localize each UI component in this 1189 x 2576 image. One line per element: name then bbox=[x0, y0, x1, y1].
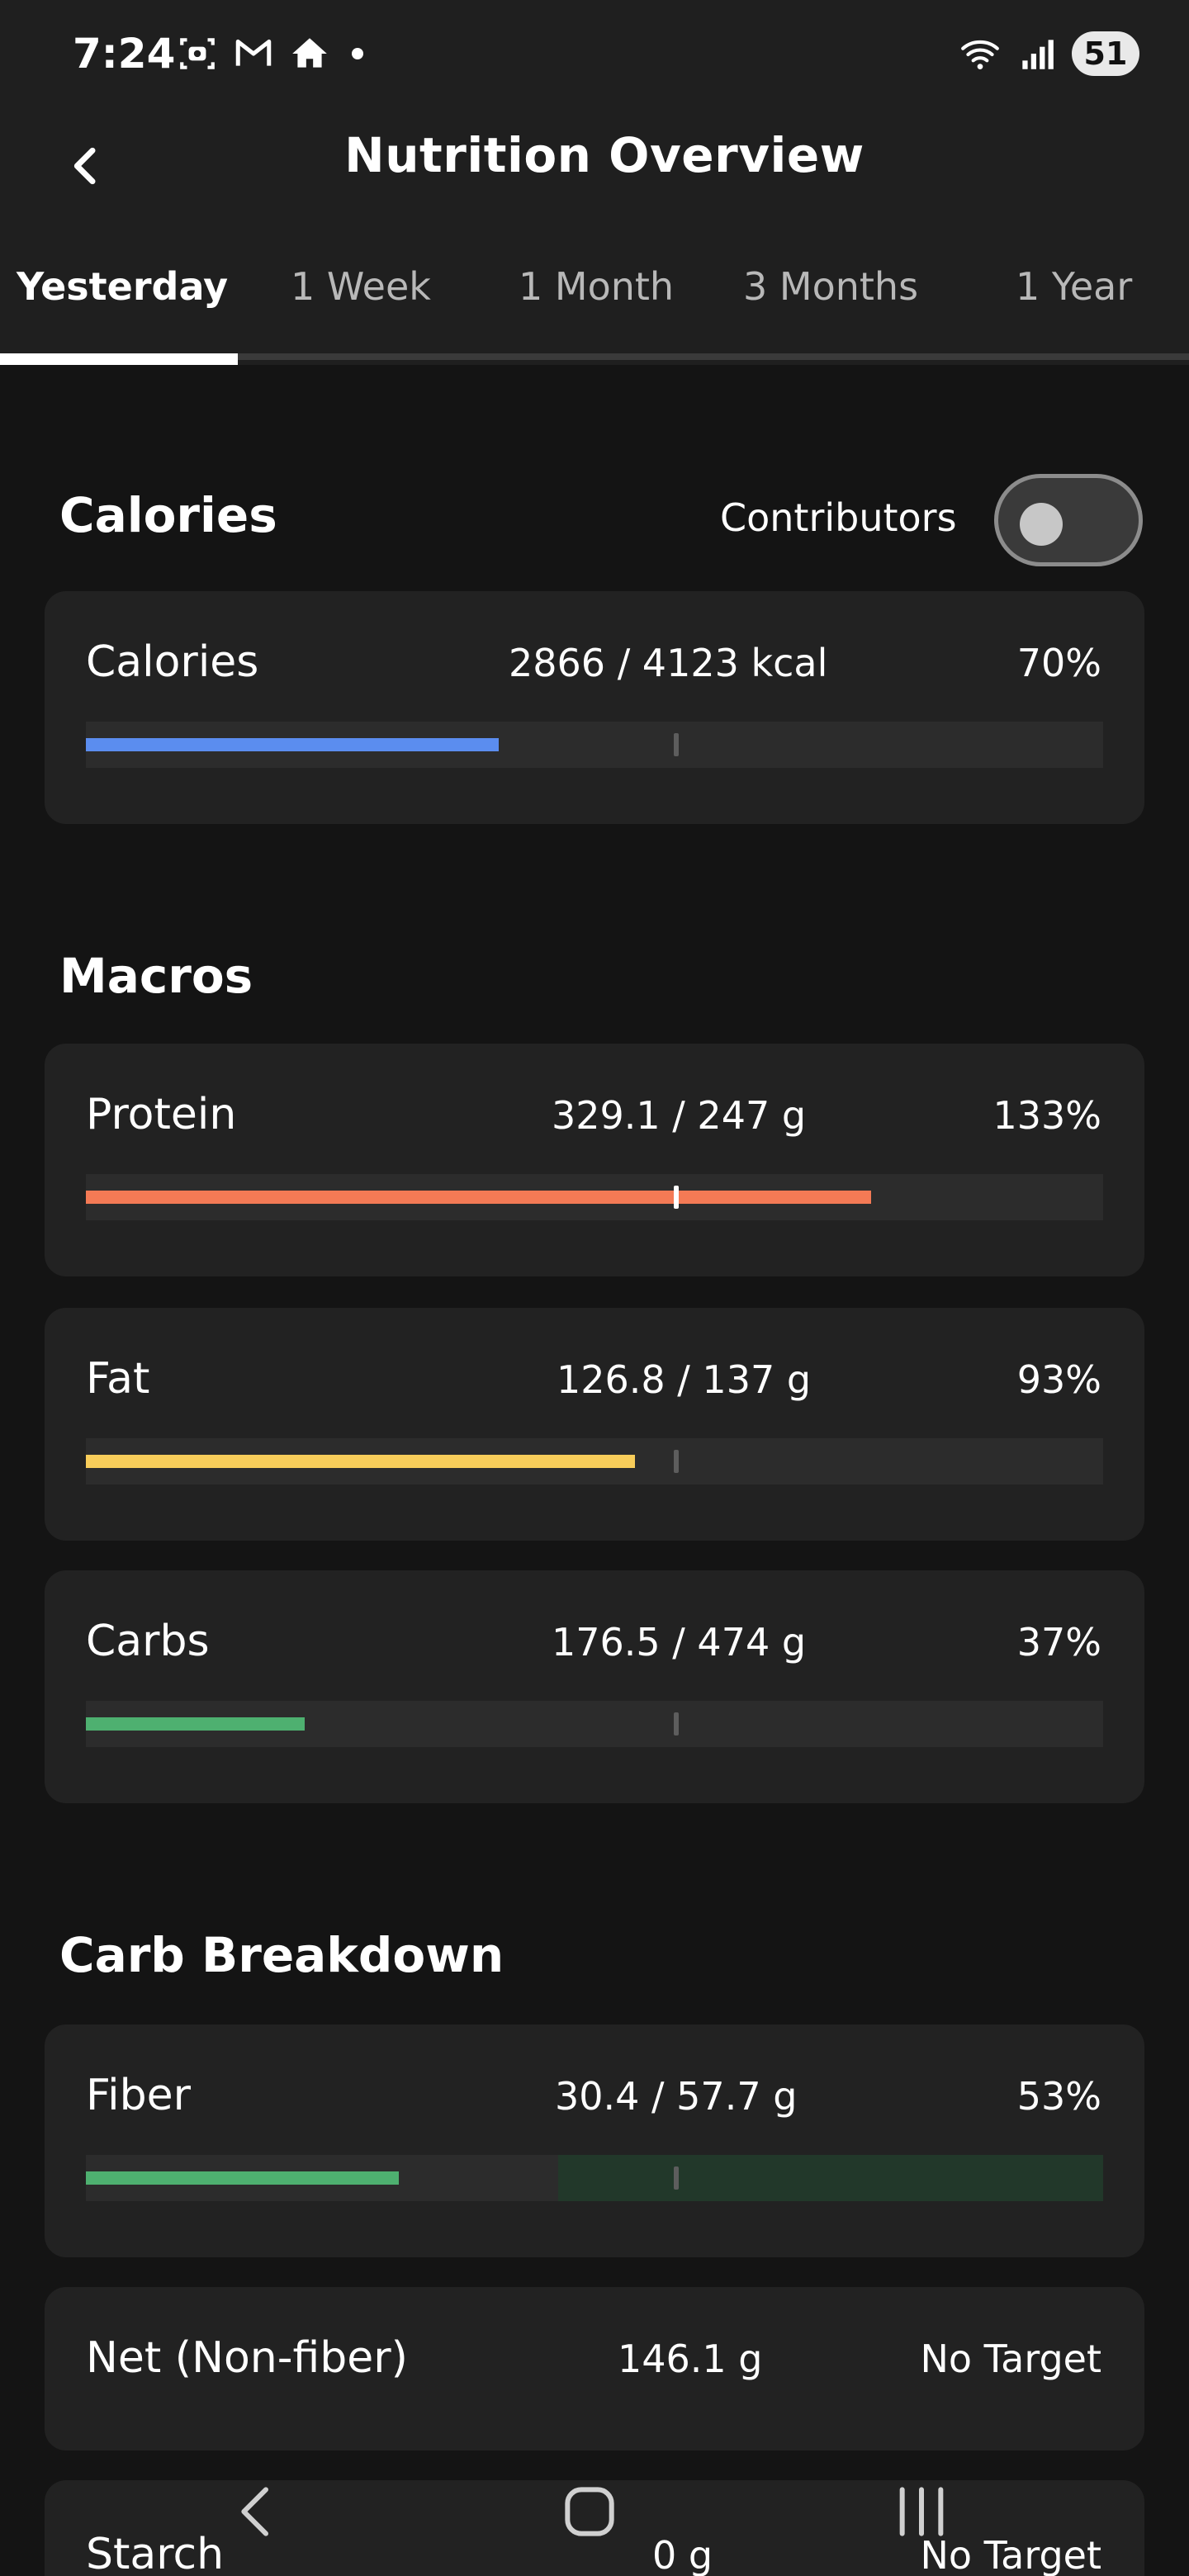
tab-1-year[interactable]: 1 Year bbox=[1016, 264, 1132, 309]
back-nav-icon[interactable] bbox=[225, 2479, 291, 2545]
metric-percent: 53% bbox=[1016, 2074, 1101, 2119]
calories-section-title: Calories bbox=[59, 487, 277, 543]
tab-1-month[interactable]: 1 Month bbox=[519, 264, 674, 309]
metric-value: 2866 / 4123 kcal bbox=[509, 641, 828, 685]
tab-yesterday[interactable]: Yesterday bbox=[17, 264, 228, 309]
target-marker bbox=[674, 1450, 679, 1473]
metric-name: Fat bbox=[86, 1354, 150, 1404]
gmail-icon bbox=[235, 39, 272, 66]
metric-percent: 133% bbox=[992, 1093, 1101, 1138]
progress-bar bbox=[86, 1438, 1103, 1485]
metric-name: Starch bbox=[86, 2530, 225, 2576]
target-marker bbox=[674, 1712, 679, 1735]
recents-nav-icon[interactable] bbox=[888, 2479, 955, 2545]
metric-status: No Target bbox=[920, 2337, 1102, 2381]
battery-indicator: 51 bbox=[1072, 31, 1139, 76]
app-header: Nutrition Overview bbox=[0, 111, 1189, 234]
macros-section-title: Macros bbox=[59, 948, 253, 1004]
period-tabs: Yesterday 1 Week 1 Month 3 Months 1 Year bbox=[0, 234, 1189, 365]
home-icon bbox=[292, 38, 327, 68]
contributors-toggle[interactable] bbox=[994, 474, 1143, 566]
progress-bar bbox=[86, 1701, 1103, 1747]
carb-breakdown-title: Carb Breakdown bbox=[59, 1927, 504, 1983]
page-title: Nutrition Overview bbox=[344, 127, 865, 183]
metric-percent: 70% bbox=[1016, 641, 1101, 685]
status-time: 7:24 bbox=[73, 30, 176, 78]
nutrition-overview-screen: 7:24 51 Nutrition Overview Yesterday 1 W… bbox=[0, 0, 1189, 2576]
progress-fill bbox=[86, 1191, 871, 1204]
progress-fill bbox=[86, 1455, 635, 1468]
metric-name: Protein bbox=[86, 1090, 237, 1139]
metric-name: Fiber bbox=[86, 2071, 191, 2120]
signal-icon bbox=[1022, 40, 1054, 69]
tab-1-week[interactable]: 1 Week bbox=[291, 264, 431, 309]
protein-card[interactable]: Protein 329.1 / 247 g 133% bbox=[45, 1044, 1144, 1276]
status-bar: 7:24 51 bbox=[0, 0, 1189, 111]
metric-value: 0 g bbox=[652, 2533, 713, 2576]
tab-active-indicator bbox=[0, 353, 238, 365]
progress-fill bbox=[86, 1717, 305, 1731]
calories-card[interactable]: Calories 2866 / 4123 kcal 70% bbox=[45, 591, 1144, 824]
contributors-label: Contributors bbox=[720, 495, 957, 540]
fat-card[interactable]: Fat 126.8 / 137 g 93% bbox=[45, 1308, 1144, 1541]
toggle-knob bbox=[1020, 503, 1063, 546]
metric-value: 30.4 / 57.7 g bbox=[555, 2074, 798, 2119]
target-marker bbox=[674, 733, 679, 756]
progress-bar bbox=[86, 722, 1103, 768]
metric-name: Net (Non-fiber) bbox=[86, 2333, 408, 2383]
home-nav-icon[interactable] bbox=[557, 2479, 623, 2545]
target-marker bbox=[674, 2166, 679, 2190]
target-marker bbox=[674, 1186, 679, 1209]
metric-value: 146.1 g bbox=[618, 2337, 763, 2381]
target-range-zone bbox=[558, 2155, 1103, 2201]
metric-percent: 93% bbox=[1016, 1357, 1101, 1402]
notification-dot bbox=[352, 48, 363, 59]
carbs-card[interactable]: Carbs 176.5 / 474 g 37% bbox=[45, 1570, 1144, 1803]
wifi-icon bbox=[961, 40, 999, 69]
progress-bar bbox=[86, 2155, 1103, 2201]
metric-name: Carbs bbox=[86, 1617, 210, 1666]
progress-bar bbox=[86, 1174, 1103, 1220]
metric-percent: 37% bbox=[1016, 1620, 1101, 1664]
screenshot-icon bbox=[180, 38, 215, 69]
metric-value: 126.8 / 137 g bbox=[557, 1357, 812, 1402]
tab-3-months[interactable]: 3 Months bbox=[743, 264, 918, 309]
net-carbs-card[interactable]: Net (Non-fiber) 146.1 g No Target bbox=[45, 2287, 1144, 2451]
metric-value: 329.1 / 247 g bbox=[552, 1093, 807, 1138]
progress-fill bbox=[86, 2171, 399, 2185]
metric-value: 176.5 / 474 g bbox=[552, 1620, 807, 1664]
metric-name: Calories bbox=[86, 637, 259, 687]
fiber-card[interactable]: Fiber 30.4 / 57.7 g 53% bbox=[45, 2024, 1144, 2257]
progress-fill bbox=[86, 738, 499, 751]
